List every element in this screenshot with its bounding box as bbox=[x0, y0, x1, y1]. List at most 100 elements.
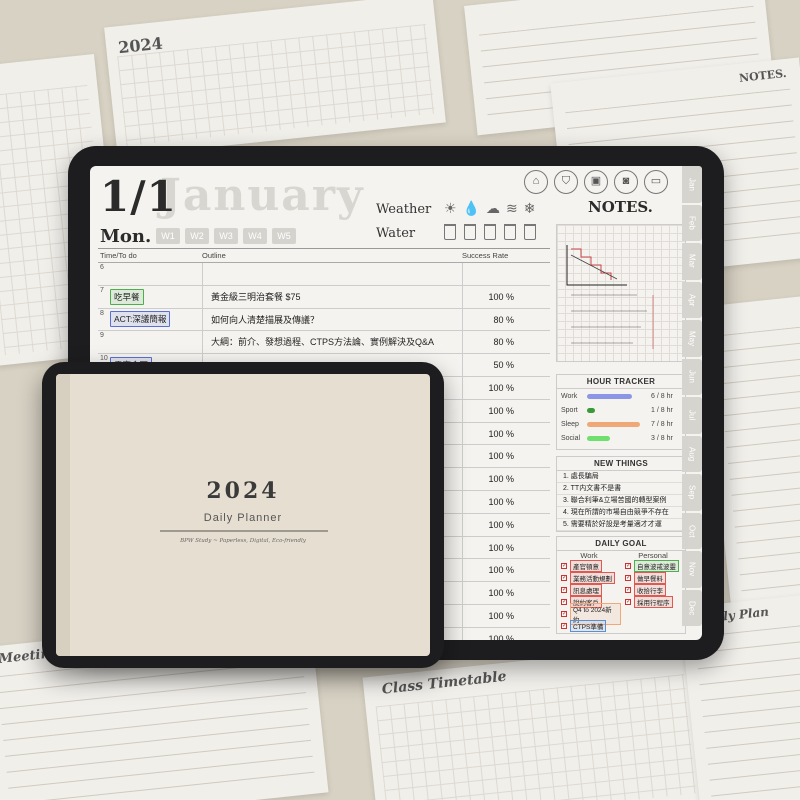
month-tab-jun[interactable]: Jun bbox=[682, 358, 702, 395]
goal-tag: 自意波戒波靈 bbox=[634, 560, 679, 572]
week-chip-w2[interactable]: W2 bbox=[185, 228, 209, 244]
backpack-icon[interactable]: ◙ bbox=[614, 170, 638, 194]
schedule-row[interactable]: 6 bbox=[98, 263, 550, 286]
daily-goal-row: ✓ CTPS準備 bbox=[557, 620, 685, 632]
cover-year: 2024 bbox=[206, 478, 280, 504]
schedule-rate[interactable]: 100 % bbox=[462, 604, 550, 627]
hour-tracker-row[interactable]: Sport 1 / 8 hr bbox=[557, 403, 685, 417]
wind-icon[interactable]: ≋ bbox=[506, 200, 518, 217]
schedule-hour: 9 bbox=[100, 332, 104, 340]
schedule-hour: 8 bbox=[100, 309, 104, 317]
month-tab-aug[interactable]: Aug bbox=[682, 435, 702, 472]
month-tab-mar[interactable]: Mar bbox=[682, 243, 702, 280]
goal-checkbox[interactable]: ✓ bbox=[561, 587, 567, 593]
hour-tracker-bar bbox=[587, 435, 610, 441]
schedule-rate[interactable]: 50 % bbox=[462, 354, 550, 376]
week-chip-w3[interactable]: W3 bbox=[214, 228, 238, 244]
goal-checkbox[interactable]: ✓ bbox=[625, 587, 631, 593]
schedule-header: Time/To do Outline Success Rate bbox=[98, 249, 550, 263]
week-chip-w4[interactable]: W4 bbox=[243, 228, 267, 244]
snowflake-icon[interactable]: ❄ bbox=[524, 200, 536, 217]
month-tab-may[interactable]: May bbox=[682, 320, 702, 357]
hour-tracker-row[interactable]: Work 6 / 8 hr bbox=[557, 389, 685, 403]
cover-subtitle: Daily Planner bbox=[203, 512, 283, 524]
schedule-hour: 10 bbox=[100, 355, 108, 363]
goal-checkbox[interactable]: ✓ bbox=[561, 563, 567, 569]
hour-tracker-row[interactable]: Sleep 7 / 8 hr bbox=[557, 417, 685, 431]
home-icon[interactable]: ⌂ bbox=[524, 170, 548, 194]
month-tab-jul[interactable]: Jul bbox=[682, 397, 702, 434]
schedule-row[interactable]: 7 吃早餐 黃金級三明治套餐 $75 100 % bbox=[98, 285, 550, 309]
schedule-rate[interactable]: 100 % bbox=[462, 582, 550, 604]
shopping-bag-icon[interactable]: ⛉ bbox=[554, 170, 578, 194]
new-things-item[interactable]: 4. 現在所謂的市場自由競爭不存在 bbox=[557, 507, 685, 519]
goal-checkbox[interactable]: ✓ bbox=[625, 563, 631, 569]
goal-checkbox[interactable]: ✓ bbox=[561, 575, 567, 581]
month-tab-sep[interactable]: Sep bbox=[682, 474, 702, 511]
briefcase-icon[interactable]: ▣ bbox=[584, 170, 608, 194]
schedule-outline[interactable]: 大綱：前介、發想過程、CTPS方法論、實例解決及Q&A bbox=[202, 331, 462, 354]
month-tab-nov[interactable]: Nov bbox=[682, 551, 702, 588]
schedule-todo[interactable]: ACT:深議簡報 bbox=[110, 311, 202, 328]
schedule-rate[interactable]: 100 % bbox=[462, 559, 550, 582]
daily-goal: DAILY GOAL Work Personal ✓ 產官頓意 ✓ 自意波戒波靈 ✓ 業務… bbox=[556, 536, 686, 634]
week-chip-w5[interactable]: W5 bbox=[272, 228, 296, 244]
week-chip-w1[interactable]: W1 bbox=[156, 228, 180, 244]
schedule-todo[interactable]: 吃早餐 bbox=[110, 288, 202, 305]
month-tabs: Jan Feb Mar Apr May Jun Jul Aug Sep Oct Nov Dec bbox=[682, 166, 702, 626]
schedule-rate[interactable]: 100 % bbox=[462, 513, 550, 536]
schedule-rate[interactable]: 100 % bbox=[462, 376, 550, 399]
schedule-rate[interactable]: 100 % bbox=[462, 490, 550, 513]
schedule-row[interactable]: 8 ACT:深議簡報 如何向人清楚描展及傳議？ 80 % bbox=[98, 308, 550, 332]
schedule-rate[interactable]: 100 % bbox=[462, 536, 550, 559]
schedule-rate[interactable]: 80 % bbox=[462, 331, 550, 354]
new-things-item[interactable]: 2. TT内文書不是書 bbox=[557, 483, 685, 495]
goal-checkbox[interactable]: ✓ bbox=[561, 623, 567, 629]
water-cup-icon[interactable] bbox=[484, 224, 496, 240]
new-things-item[interactable]: 1. 處長騙局 bbox=[557, 471, 685, 483]
water-cup-icon[interactable] bbox=[464, 224, 476, 240]
schedule-row[interactable]: 9 大綱：前介、發想過程、CTPS方法論、實例解決及Q&A 80 % bbox=[98, 331, 550, 355]
month-tab-dec[interactable]: Dec bbox=[682, 589, 702, 626]
month-tab-apr[interactable]: Apr bbox=[682, 281, 702, 318]
weekday-label: Mon. bbox=[100, 226, 152, 247]
schedule-rate[interactable]: 80 % bbox=[462, 308, 550, 331]
book-icon[interactable]: ▭ bbox=[644, 170, 668, 194]
sun-icon[interactable]: ☀ bbox=[444, 200, 457, 217]
schedule-outline[interactable]: 黃金級三明治套餐 $75 bbox=[202, 285, 462, 308]
weather-icons: ☀ 💧 ☁ ≋ ❄ bbox=[444, 200, 535, 217]
month-tab-jan[interactable]: Jan bbox=[682, 166, 702, 203]
notes-area[interactable] bbox=[556, 224, 686, 362]
schedule-outline[interactable] bbox=[202, 263, 462, 285]
goal-checkbox[interactable]: ✓ bbox=[561, 611, 567, 617]
water-cup-icon[interactable] bbox=[444, 224, 456, 240]
ipad-small: 2024 Daily Planner BPW Study ~ Paperless… bbox=[42, 362, 444, 668]
cloud-icon[interactable]: ☁ bbox=[486, 200, 500, 217]
new-things-title: NEW THINGS bbox=[557, 457, 685, 471]
schedule-outline[interactable]: 如何向人清楚描展及傳議？ bbox=[202, 308, 462, 331]
water-cup-icon[interactable] bbox=[504, 224, 516, 240]
goal-checkbox[interactable]: ✓ bbox=[625, 599, 631, 605]
month-tab-feb[interactable]: Feb bbox=[682, 204, 702, 241]
month-tab-oct[interactable]: Oct bbox=[682, 512, 702, 549]
schedule-rate[interactable]: 100 % bbox=[462, 285, 550, 308]
todo-tag: 吃早餐 bbox=[110, 288, 144, 305]
new-things-item[interactable]: 5. 需要精於好設是考量適才才運 bbox=[557, 519, 685, 531]
goal-tag: 做早餐料 bbox=[634, 572, 666, 584]
month-watermark: January bbox=[160, 170, 365, 221]
goal-tag: 採用行程序 bbox=[634, 596, 673, 608]
schedule-rate[interactable]: 100 % bbox=[462, 399, 550, 422]
notes-title: NOTES. bbox=[588, 198, 653, 216]
daily-goal-row: ✓ Q4 to 2024新約 bbox=[557, 603, 685, 625]
schedule-rate[interactable]: 100 % bbox=[462, 627, 550, 640]
schedule-rate[interactable]: 100 % bbox=[462, 445, 550, 468]
schedule-rate[interactable]: 100 % bbox=[462, 468, 550, 490]
new-things-item[interactable]: 3. 聯合利筆&立場苦國的轉型案例 bbox=[557, 495, 685, 507]
goal-tag: 收拾行李 bbox=[634, 584, 666, 596]
rain-drop-icon[interactable]: 💧 bbox=[463, 200, 480, 217]
goal-checkbox[interactable]: ✓ bbox=[625, 575, 631, 581]
schedule-rate[interactable]: 100 % bbox=[462, 422, 550, 445]
schedule-rate[interactable] bbox=[462, 263, 550, 285]
water-cup-icon[interactable] bbox=[524, 224, 536, 240]
hour-tracker-row[interactable]: Social 3 / 8 hr bbox=[557, 431, 685, 445]
